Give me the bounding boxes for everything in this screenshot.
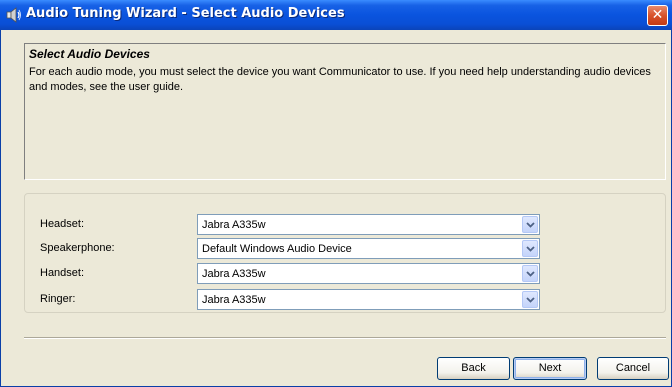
close-button[interactable]: ✕: [647, 5, 668, 26]
chevron-down-icon[interactable]: [522, 265, 538, 282]
speakerphone-dropdown[interactable]: Default Windows Audio Device: [197, 238, 540, 259]
handset-dropdown[interactable]: Jabra A335w: [197, 263, 540, 284]
audio-tuning-wizard-window: Audio Tuning Wizard - Select Audio Devic…: [0, 0, 672, 387]
chevron-down-icon[interactable]: [522, 240, 538, 257]
back-button[interactable]: Back: [437, 357, 510, 380]
cancel-button[interactable]: Cancel: [597, 357, 669, 380]
chevron-down-icon[interactable]: [522, 291, 538, 308]
title-bar[interactable]: Audio Tuning Wizard - Select Audio Devic…: [0, 0, 672, 30]
device-row-handset: Handset: Jabra A335w: [25, 263, 667, 285]
handset-label: Handset:: [40, 267, 85, 279]
header-panel: Select Audio Devices For each audio mode…: [24, 43, 666, 180]
headset-label: Headset:: [40, 218, 85, 230]
audio-speaker-icon: [6, 7, 22, 23]
page-description: For each audio mode, you must select the…: [29, 66, 651, 93]
ringer-dropdown[interactable]: Jabra A335w: [197, 289, 540, 310]
speakerphone-label: Speakerphone:: [40, 242, 115, 254]
close-icon: ✕: [651, 7, 664, 23]
device-row-speakerphone: Speakerphone: Default Windows Audio Devi…: [25, 238, 667, 260]
device-row-ringer: Ringer: Jabra A335w: [25, 289, 667, 311]
speakerphone-selected-value: Default Windows Audio Device: [202, 243, 352, 255]
footer-separator: [24, 337, 666, 339]
device-row-headset: Headset: Jabra A335w: [25, 214, 667, 236]
ringer-selected-value: Jabra A335w: [202, 294, 266, 306]
chevron-down-icon[interactable]: [522, 216, 538, 233]
headset-dropdown[interactable]: Jabra A335w: [197, 214, 540, 235]
handset-selected-value: Jabra A335w: [202, 268, 266, 280]
page-title: Select Audio Devices: [29, 47, 150, 61]
next-button[interactable]: Next: [513, 357, 587, 380]
audio-devices-panel: Headset: Jabra A335w Speakerphone: Defau…: [24, 193, 666, 313]
headset-selected-value: Jabra A335w: [202, 219, 266, 231]
window-title: Audio Tuning Wizard - Select Audio Devic…: [26, 6, 345, 21]
ringer-label: Ringer:: [40, 293, 76, 305]
